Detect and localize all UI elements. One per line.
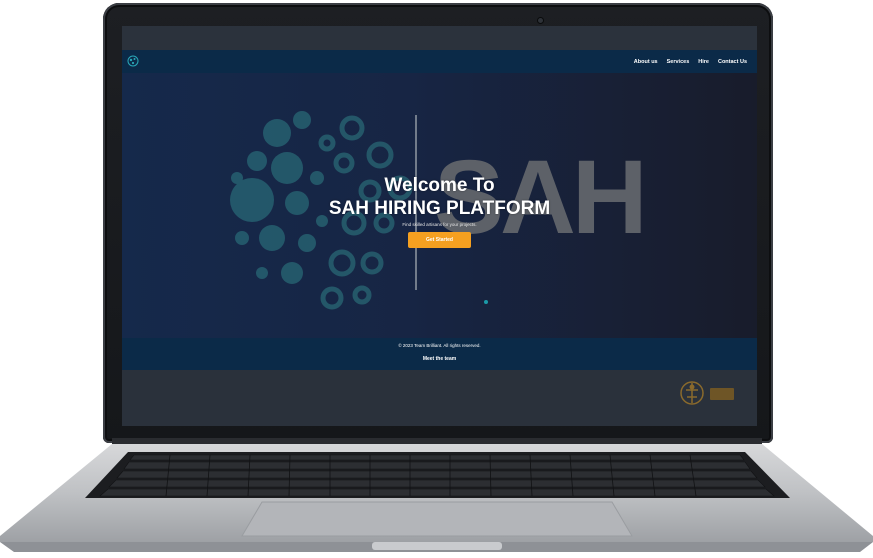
camera-icon	[538, 18, 543, 23]
nav-hire[interactable]: Hire	[698, 59, 709, 65]
laptop-base	[0, 438, 873, 556]
browser-screen: About us Services Hire Contact Us SAH We…	[122, 26, 757, 426]
get-started-button[interactable]: Get Started	[408, 232, 471, 248]
screen-top-bar	[122, 26, 757, 50]
nav-contact-us[interactable]: Contact Us	[718, 59, 747, 65]
meet-the-team-link[interactable]: Meet the team	[122, 356, 757, 362]
navbar: About us Services Hire Contact Us	[122, 50, 757, 73]
screen-bottom-area	[122, 370, 757, 426]
emblem-icon	[680, 381, 734, 405]
footer: © 2023 Team Brilliant. All rights reserv…	[122, 338, 757, 370]
site-logo-icon[interactable]	[127, 55, 139, 67]
hero-title: Welcome To SAH HIRING PLATFORM	[122, 174, 757, 220]
nav-about-us[interactable]: About us	[634, 59, 658, 65]
hero-title-line2: SAH HIRING PLATFORM	[328, 198, 551, 219]
hero-title-line1: Welcome To	[384, 175, 495, 196]
nav-links: About us Services Hire Contact Us	[634, 50, 747, 73]
hero-section: SAH Welcome To SAH HIRING PLATFORM Find …	[122, 73, 757, 338]
hero-subtitle: Find skilled artisans for your projects.	[402, 222, 477, 227]
carousel-dot[interactable]	[484, 300, 488, 304]
nav-services[interactable]: Services	[667, 59, 690, 65]
copyright-text: © 2023 Team Brilliant. All rights reserv…	[398, 343, 481, 348]
keyboard-deck	[0, 438, 873, 552]
